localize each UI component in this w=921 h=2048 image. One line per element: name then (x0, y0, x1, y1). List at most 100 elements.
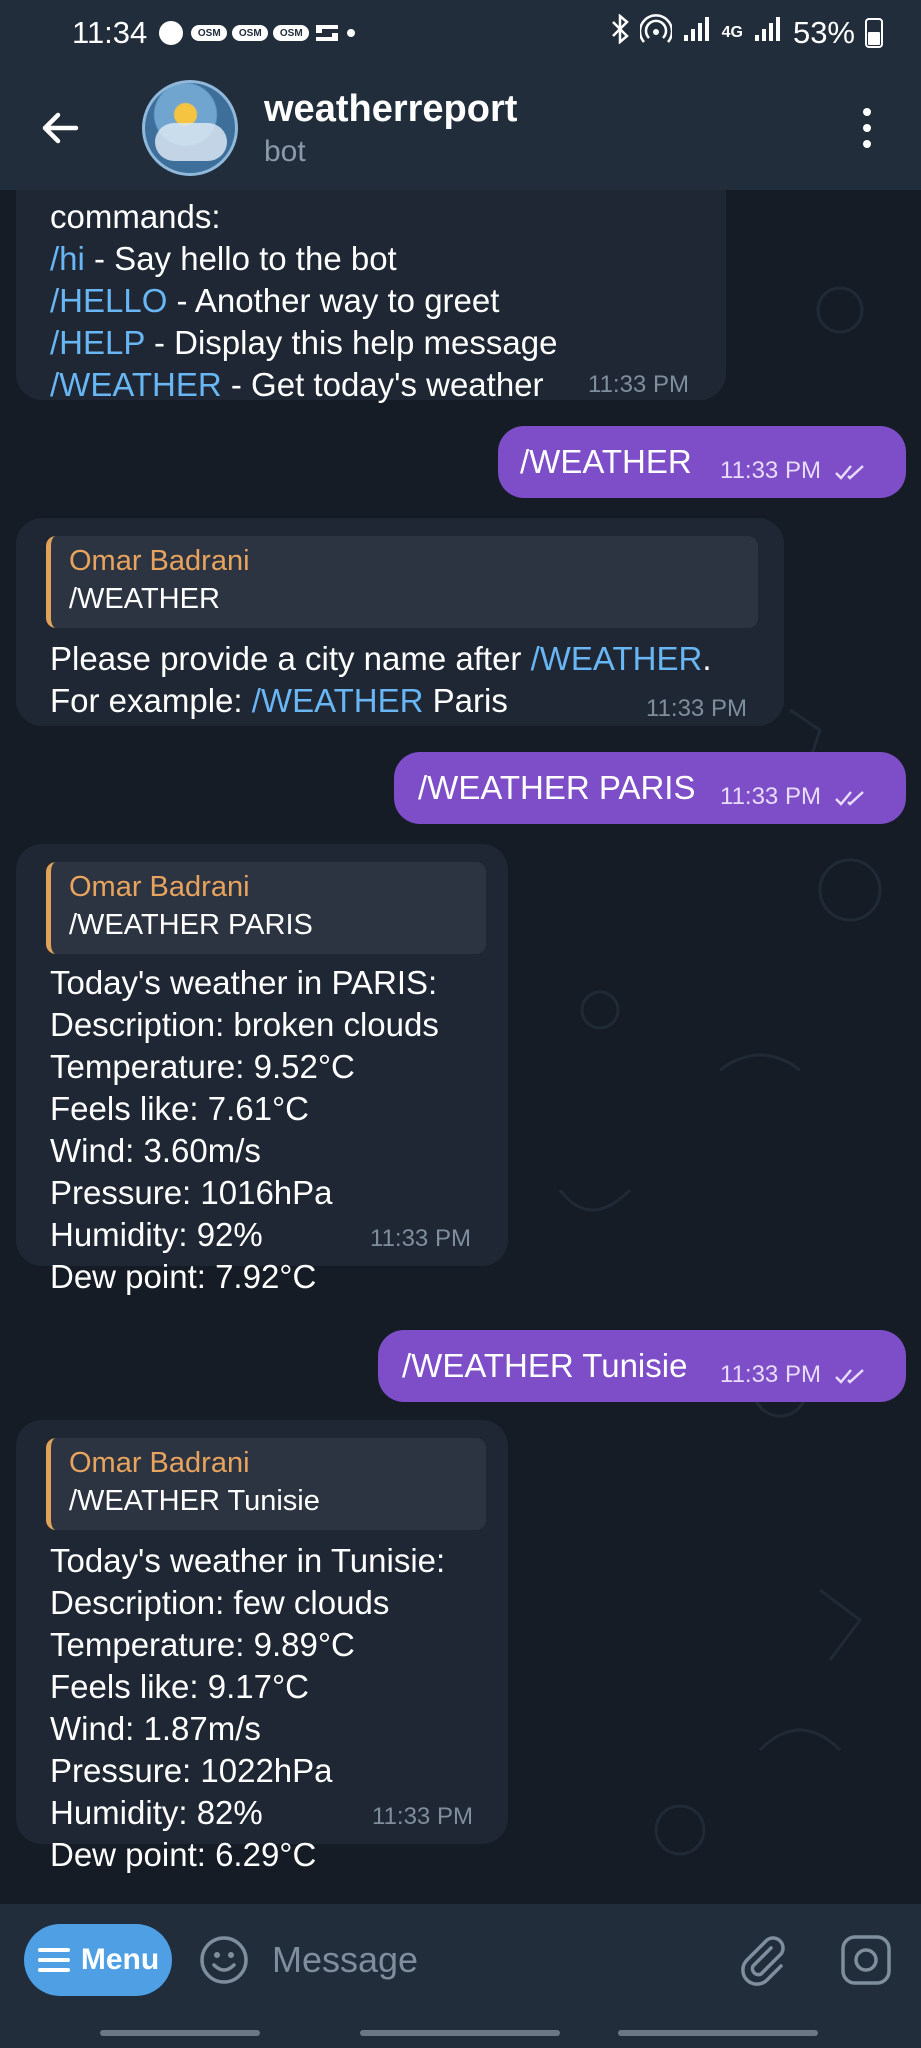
message-text: Please provide a city name after (50, 640, 531, 677)
message-input-bar: Menu (0, 1904, 921, 2016)
command-line: /hi - Say hello to the bot (50, 238, 557, 280)
nav-home[interactable] (360, 2030, 560, 2036)
message-time: 11:33 PM (646, 695, 747, 722)
messenger-icon (159, 21, 184, 45)
message-text: /WEATHER (520, 443, 692, 480)
message-meta: 11:33 PM (720, 450, 868, 492)
more-notifications-dot-icon (346, 28, 356, 38)
network-type: 4G (721, 24, 743, 41)
instant-camera-icon (841, 1935, 891, 1985)
message-list[interactable]: commands: /hi - Say hello to the bot /HE… (0, 190, 921, 1904)
battery-icon (865, 18, 883, 48)
camera-button[interactable] (839, 1933, 893, 1987)
incoming-message[interactable]: commands: /hi - Say hello to the bot /HE… (16, 190, 726, 403)
weather-dew-point: Dew point: 6.29°C (50, 1836, 317, 1873)
chat-header: weatherreport bot (0, 66, 921, 190)
app-notification-icon (314, 21, 340, 45)
message-text: - Display this help message (144, 324, 558, 361)
message-text: commands: (50, 198, 221, 235)
command-link[interactable]: /hi (50, 240, 85, 277)
command-link[interactable]: /WEATHER (50, 366, 222, 403)
back-button[interactable] (30, 98, 90, 158)
outgoing-message[interactable]: /WEATHER PARIS 11:33 PM (394, 752, 906, 824)
clock: 11:34 (72, 15, 148, 50)
weather-pressure: Pressure: 1022hPa (50, 1752, 333, 1789)
message-text-line: Please provide a city name after /WEATHE… (50, 638, 712, 680)
command-line: /HELLO - Another way to greet (50, 280, 557, 322)
system-navigation-bar (0, 2016, 921, 2048)
weather-wind: Wind: 1.87m/s (50, 1710, 261, 1747)
more-options-button[interactable] (861, 108, 873, 148)
arrow-left-icon (42, 112, 79, 144)
double-check-icon (834, 1368, 864, 1384)
outgoing-message[interactable]: /WEATHER 11:33 PM (498, 426, 906, 498)
smiley-icon (200, 1936, 248, 1984)
signal-icon (682, 15, 712, 51)
message-meta: 11:33 PM (720, 776, 868, 818)
osm-icon: OSM (232, 25, 269, 41)
weather-description: Description: broken clouds (50, 1006, 439, 1043)
battery-level: 53% (792, 15, 855, 50)
message-text-line: For example: /WEATHER Paris (50, 680, 712, 722)
weather-temperature: Temperature: 9.89°C (50, 1626, 355, 1663)
attach-button[interactable] (737, 1934, 789, 1986)
command-link[interactable]: /HELP (50, 324, 145, 361)
double-check-icon (834, 464, 864, 480)
reply-quote[interactable]: Omar Badrani /WEATHER Tunisie (46, 1438, 486, 1530)
osm-icon: OSM (191, 25, 228, 41)
bot-menu-button[interactable]: Menu (24, 1924, 172, 1996)
command-line: /WEATHER - Get today's weather (50, 364, 557, 406)
command-link[interactable]: /WEATHER (531, 640, 703, 677)
message-input[interactable] (272, 1939, 737, 1981)
status-bar: 11:34 OSM OSM OSM 4G 53% (0, 0, 921, 66)
message-text: . (702, 640, 712, 677)
message-time: 11:33 PM (588, 371, 689, 398)
weather-wind: Wind: 3.60m/s (50, 1132, 261, 1169)
reply-quote[interactable]: Omar Badrani /WEATHER PARIS (46, 862, 486, 954)
command-link[interactable]: /HELLO (50, 282, 167, 319)
double-check-icon (834, 790, 864, 806)
weather-heading: Today's weather in PARIS: (50, 964, 438, 1001)
osm-icon: OSM (273, 25, 310, 41)
message-time: 11:33 PM (370, 1225, 471, 1252)
emoji-button[interactable] (198, 1934, 250, 1986)
nav-back[interactable] (618, 2030, 818, 2036)
hotspot-icon (638, 14, 673, 52)
reply-author: Omar Badrani (69, 545, 250, 577)
message-meta: 11:33 PM (720, 1354, 868, 1396)
dot-icon (863, 108, 871, 116)
command-line: /HELP - Display this help message (50, 322, 557, 364)
reply-author: Omar Badrani (69, 871, 250, 903)
weather-dew-point: Dew point: 7.92°C (50, 1258, 317, 1295)
command-link[interactable]: /WEATHER (252, 682, 424, 719)
message-text: For example: (50, 682, 252, 719)
reply-text: /WEATHER Tunisie (69, 1485, 320, 1517)
hamburger-icon (37, 1948, 70, 1972)
reply-text: /WEATHER PARIS (69, 909, 313, 941)
signal-icon (753, 15, 783, 51)
message-time: 11:33 PM (372, 1803, 473, 1830)
chat-title: weatherreport (264, 87, 518, 130)
incoming-message[interactable]: Omar Badrani /WEATHER Tunisie Today's we… (16, 1420, 508, 1873)
incoming-message[interactable]: Omar Badrani /WEATHER Please provide a c… (16, 518, 784, 726)
menu-label: Menu (80, 1943, 160, 1976)
outgoing-message[interactable]: /WEATHER Tunisie 11:33 PM (378, 1330, 906, 1402)
bot-avatar[interactable] (142, 80, 238, 176)
chat-subtitle: bot (264, 134, 306, 168)
incoming-message[interactable]: Omar Badrani /WEATHER PARIS Today's weat… (16, 844, 508, 1295)
message-time: 11:33 PM (720, 1361, 821, 1388)
message-text: Paris (423, 682, 508, 719)
chat-title-block[interactable]: weatherreport bot (264, 88, 517, 169)
message-text: - Get today's weather (221, 366, 544, 403)
message-text: /WEATHER PARIS (418, 769, 696, 806)
dot-icon (863, 124, 871, 132)
weather-pressure: Pressure: 1016hPa (50, 1174, 333, 1211)
reply-quote[interactable]: Omar Badrani /WEATHER (46, 536, 758, 628)
reply-text: /WEATHER (69, 583, 220, 615)
dot-icon (863, 140, 871, 148)
weather-temperature: Temperature: 9.52°C (50, 1048, 355, 1085)
message-text: - Say hello to the bot (84, 240, 397, 277)
nav-recent-apps[interactable] (100, 2030, 260, 2036)
message-time: 11:33 PM (720, 457, 821, 484)
reply-author: Omar Badrani (69, 1447, 250, 1479)
